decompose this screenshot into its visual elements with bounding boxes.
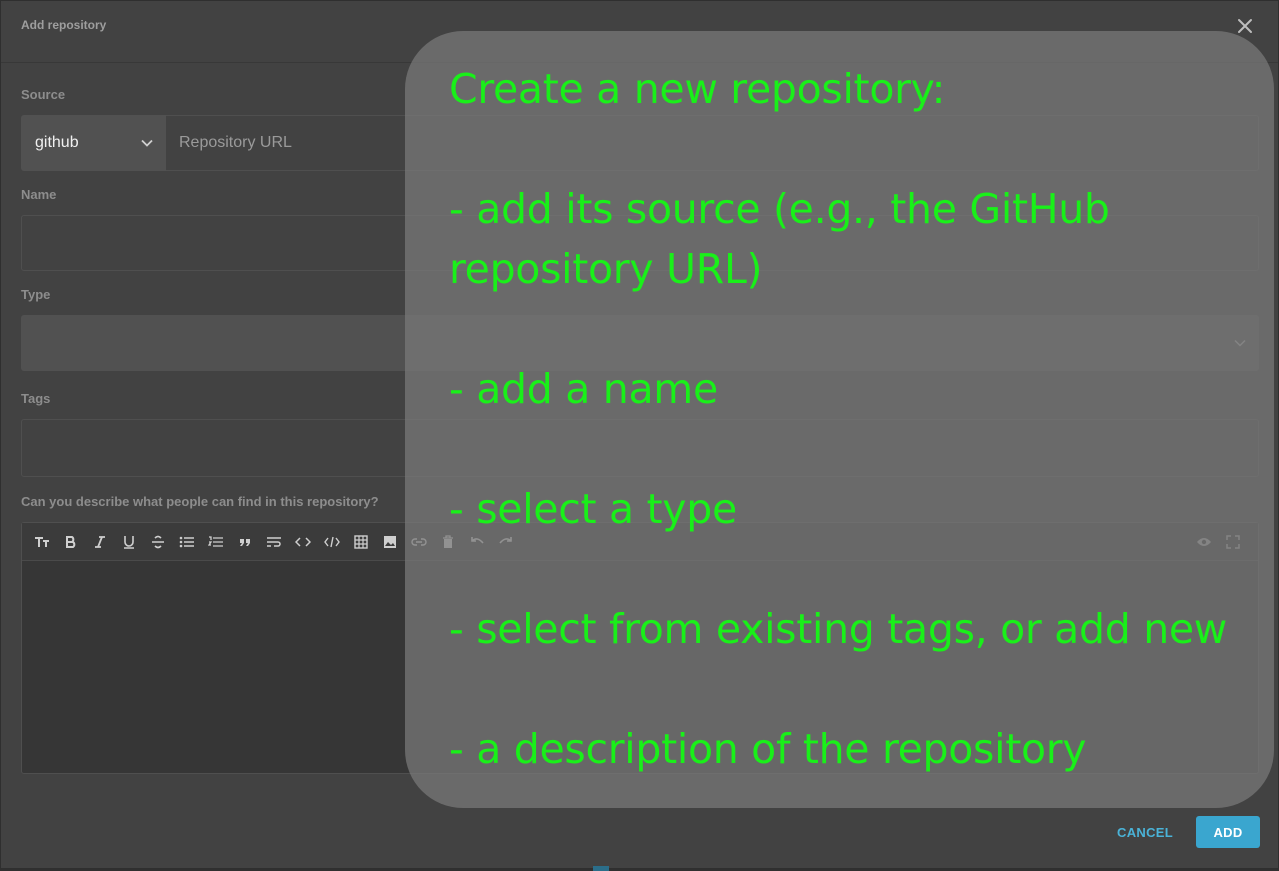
type-label: Type (21, 287, 51, 302)
overlay-heading: Create a new repository: (449, 65, 946, 113)
bullet-list-button[interactable] (177, 532, 197, 552)
dialog-title: Add repository (21, 18, 107, 32)
name-label: Name (21, 187, 57, 202)
tags-label: Tags (21, 391, 51, 406)
code-block-icon (324, 536, 340, 548)
instruction-overlay: Create a new repository: - add its sourc… (405, 31, 1274, 808)
image-button[interactable] (380, 532, 400, 552)
cancel-button[interactable]: CANCEL (1109, 816, 1181, 848)
strikethrough-icon (152, 535, 164, 549)
overlay-step-description: - a description of the repository (449, 725, 1087, 773)
code-block-button[interactable] (322, 532, 342, 552)
quote-icon (240, 539, 250, 546)
add-button[interactable]: ADD (1196, 816, 1260, 848)
overlay-step-name: - add a name (449, 365, 718, 413)
italic-button[interactable] (90, 532, 110, 552)
numbered-list-button[interactable] (206, 532, 226, 552)
bold-icon (66, 536, 76, 548)
underline-button[interactable] (119, 532, 139, 552)
close-button[interactable] (1234, 15, 1256, 37)
heading-icon (35, 537, 49, 547)
table-button[interactable] (351, 532, 371, 552)
source-label: Source (21, 87, 66, 102)
italic-icon (95, 536, 105, 548)
heading-button[interactable] (32, 532, 52, 552)
underline-icon (124, 536, 134, 549)
code-button[interactable] (293, 532, 313, 552)
table-icon (354, 535, 368, 549)
source-select-value: github (35, 134, 79, 151)
close-icon (1238, 19, 1252, 33)
bullet-list-icon (179, 536, 194, 548)
overlay-step-tags: - select from existing tags, or add new (449, 605, 1228, 653)
strikethrough-button[interactable] (148, 532, 168, 552)
image-icon (384, 536, 396, 548)
bottom-indicator (593, 866, 609, 871)
wrap-text-icon (267, 537, 281, 547)
bold-button[interactable] (61, 532, 81, 552)
overlay-step-source: - add its source (e.g., the GitHub repos… (449, 185, 1110, 293)
description-label: Can you describe what people can find in… (21, 494, 379, 509)
chevron-down-icon (141, 139, 153, 147)
source-select[interactable]: github (21, 115, 166, 171)
numbered-list-icon (208, 536, 223, 547)
wrap-text-button[interactable] (264, 532, 284, 552)
overlay-step-type: - select a type (449, 485, 737, 533)
code-icon (295, 537, 311, 547)
quote-button[interactable] (235, 532, 255, 552)
